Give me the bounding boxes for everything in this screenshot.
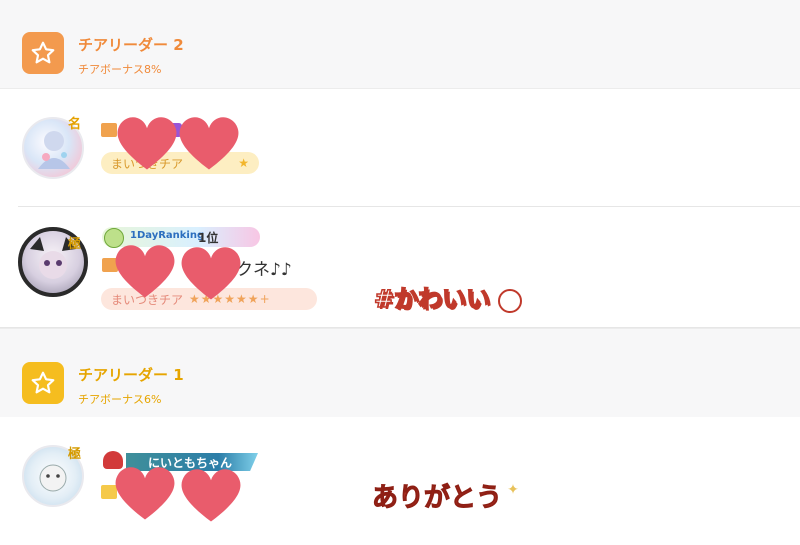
rank-mark: 極: [68, 237, 82, 252]
heart-icon: [117, 117, 177, 170]
heart-icon: [115, 245, 175, 298]
heart-icon: [181, 469, 241, 522]
heart-icon: [181, 247, 241, 300]
star-icon: [31, 371, 55, 394]
list-item[interactable]: 極 1DayRanking 1位 クネ♪♪ まいつきチア ★★★★★★+ #かわ…: [0, 207, 800, 327]
section-title: チアリーダー 2: [78, 36, 184, 54]
list-item[interactable]: 極 にいともちゃん ありがとう ✦: [0, 417, 800, 545]
arigatou-sticker-text: ありがとう: [371, 483, 503, 514]
rank-mark: 極: [68, 447, 82, 462]
tier1-star-badge: [22, 362, 64, 404]
section-subtitle: チアボーナス8%: [78, 63, 162, 76]
tier2-star-badge: [22, 32, 64, 74]
smile-face-icon: [498, 288, 523, 313]
star-icon: [31, 41, 55, 64]
section-subtitle: チアボーナス6%: [78, 393, 162, 406]
section-title: チアリーダー 1: [78, 366, 184, 384]
kawaii-sticker: #かわいい: [373, 279, 523, 315]
heart-icon: [115, 467, 175, 520]
rank-mark: 名: [68, 117, 82, 132]
sparkle-icon: ✦: [507, 482, 519, 498]
list-item[interactable]: 名 まいつきチア ★: [0, 89, 800, 206]
kawaii-sticker-text: #かわいい: [373, 284, 491, 314]
section-header-tier2: チアリーダー 2 チアボーナス8%: [0, 0, 800, 89]
heart-icon: [179, 117, 239, 170]
arigatou-sticker: ありがとう ✦: [371, 477, 519, 514]
section-header-tier1: チアリーダー 1 チアボーナス6%: [0, 328, 800, 418]
